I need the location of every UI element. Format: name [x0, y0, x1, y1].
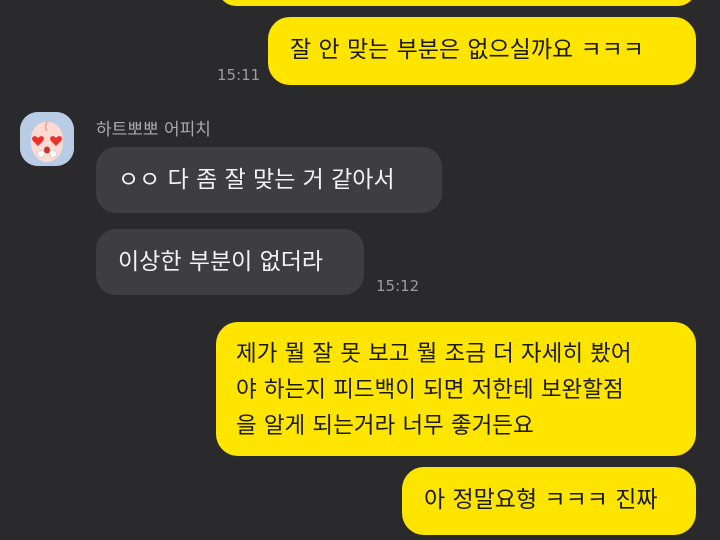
message-bubble-other[interactable]: 이상한 부분이 없더라	[96, 229, 364, 295]
message-bubble-mine[interactable]: 아 정말요형 ㅋㅋㅋ 진짜	[402, 467, 696, 535]
message-bubble-partial[interactable]	[218, 0, 696, 6]
message-bubble-other[interactable]: ㅇㅇ 다 좀 잘 맞는 거 같아서	[96, 147, 442, 213]
message-timestamp: 15:11	[217, 66, 261, 84]
chat-room: 잘 안 맞는 부분은 없으실까요 ㅋㅋㅋ 15:11 하트뽀뽀 어피치 ㅇㅇ 다…	[0, 0, 720, 540]
apeach-avatar-icon[interactable]	[20, 112, 74, 166]
sender-name: 하트뽀뽀 어피치	[96, 120, 211, 140]
message-timestamp: 15:12	[376, 277, 420, 295]
message-bubble-mine[interactable]: 잘 안 맞는 부분은 없으실까요 ㅋㅋㅋ	[268, 17, 696, 85]
message-bubble-mine[interactable]: 제가 뭘 잘 못 보고 뭘 조금 더 자세히 봤어 야 하는지 피드백이 되면 …	[216, 322, 696, 456]
